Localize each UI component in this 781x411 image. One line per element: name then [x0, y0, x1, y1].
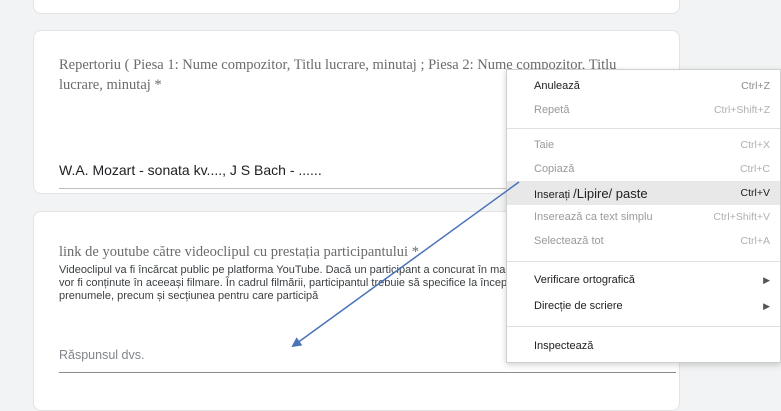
annotation-arrow-line [291, 181, 520, 348]
annotation-arrow [291, 181, 520, 348]
